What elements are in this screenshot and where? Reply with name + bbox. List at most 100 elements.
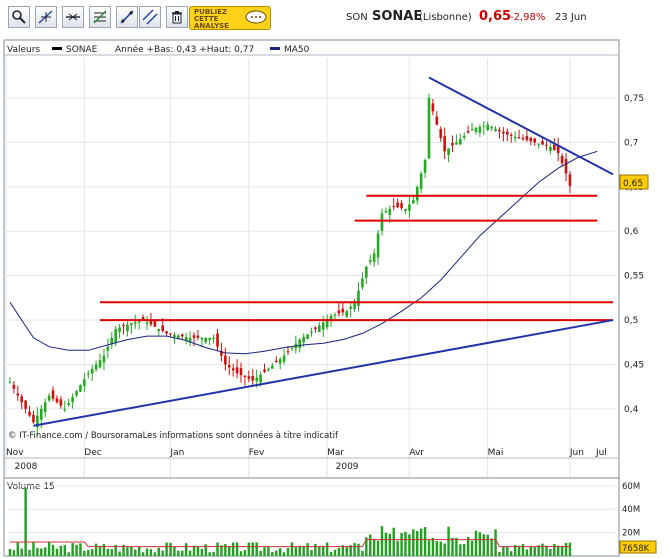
candle-body bbox=[517, 137, 521, 139]
volume-bar bbox=[118, 551, 121, 556]
channel-icon[interactable] bbox=[139, 6, 161, 28]
candle-body bbox=[251, 376, 255, 381]
candle-body bbox=[314, 327, 317, 329]
horizontal-line-icon[interactable] bbox=[62, 6, 84, 28]
legend-stats: Année +Bas: 0,43 +Haut: 0,77 bbox=[115, 44, 254, 55]
volume-bar bbox=[149, 549, 153, 556]
volume-bar bbox=[28, 549, 31, 556]
volume-label: Volume 15 bbox=[7, 482, 55, 492]
crosshair-cursor-icon[interactable] bbox=[35, 6, 57, 28]
speech-bubble-icon bbox=[245, 10, 267, 24]
volume-bar bbox=[63, 545, 66, 556]
volume-bar bbox=[486, 534, 489, 556]
volume-bar bbox=[357, 543, 360, 556]
volume-bar bbox=[137, 546, 141, 556]
volume-bar bbox=[372, 538, 376, 556]
volume-bar bbox=[560, 545, 564, 556]
volume-bar bbox=[564, 542, 568, 556]
candle-body bbox=[321, 322, 325, 330]
candle-body bbox=[310, 331, 313, 333]
candle-body bbox=[282, 355, 286, 362]
volume-bar bbox=[247, 542, 251, 556]
volume-bar bbox=[502, 546, 505, 556]
volume-bar bbox=[90, 549, 94, 556]
trendline-icon[interactable] bbox=[116, 6, 138, 28]
volume-bar bbox=[130, 546, 133, 556]
volume-tag-label: 7658K bbox=[622, 544, 650, 554]
copyright-notice: © IT-Finance.com / BoursoramaLes informa… bbox=[8, 430, 339, 441]
x-tick-label: Jun bbox=[569, 448, 584, 458]
volume-bar bbox=[12, 550, 16, 556]
volume-bar bbox=[16, 542, 19, 556]
y-tick-label: 0,7 bbox=[624, 138, 638, 148]
candle-body bbox=[173, 334, 176, 338]
candle-body bbox=[404, 209, 407, 211]
volume-bar bbox=[239, 551, 243, 556]
volume-bar bbox=[416, 531, 419, 556]
candle-body bbox=[235, 367, 239, 374]
candle-body bbox=[498, 130, 501, 132]
candle-body bbox=[529, 137, 533, 142]
candle-body bbox=[333, 314, 337, 316]
legend-values-label: Valeurs bbox=[7, 45, 40, 55]
y-tick-label: 0,45 bbox=[624, 360, 644, 370]
volume-bar bbox=[235, 542, 239, 556]
candle-body bbox=[271, 365, 274, 369]
candle-body bbox=[337, 310, 341, 314]
candle-body bbox=[122, 324, 125, 326]
volume-bar bbox=[533, 547, 536, 556]
fibonacci-icon[interactable] bbox=[89, 6, 111, 28]
candle-body bbox=[106, 346, 110, 351]
volume-bar bbox=[251, 542, 254, 556]
candle-body bbox=[259, 374, 262, 383]
volume-bar bbox=[294, 547, 298, 556]
volume-bar bbox=[396, 540, 399, 556]
volume-bar bbox=[443, 543, 446, 556]
publish-analysis-button[interactable]: PUBLIEZ CETTE ANALYSE bbox=[189, 6, 271, 30]
volume-bar bbox=[110, 549, 113, 556]
y-tick-label: 0,5 bbox=[624, 316, 638, 326]
candle-body bbox=[474, 127, 478, 132]
candle-body bbox=[243, 375, 247, 377]
candle-body bbox=[365, 266, 368, 278]
legend-ma-swatch bbox=[270, 47, 280, 50]
volume-bar bbox=[376, 540, 380, 556]
volume-tick-label: 40M bbox=[622, 505, 640, 515]
x-tick-label: Dec bbox=[84, 448, 101, 458]
volume-bar bbox=[455, 537, 458, 556]
candle-body bbox=[79, 385, 82, 392]
last-price-tag-label: 0,65 bbox=[623, 179, 643, 189]
candle-body bbox=[415, 186, 419, 201]
volume-bar bbox=[169, 542, 172, 556]
candle-body bbox=[231, 368, 235, 371]
volume-bar bbox=[278, 548, 282, 556]
zoom-icon[interactable] bbox=[8, 6, 30, 28]
candle-body bbox=[239, 368, 243, 376]
candle-body bbox=[192, 335, 196, 338]
volume-bar bbox=[216, 542, 219, 556]
legend-series-swatch bbox=[52, 47, 62, 50]
candle-body bbox=[43, 402, 47, 413]
candle-body bbox=[466, 130, 470, 133]
volume-bar bbox=[20, 548, 23, 556]
candle-body bbox=[412, 200, 415, 204]
volume-bar bbox=[290, 542, 294, 556]
candle-body bbox=[568, 174, 572, 186]
volume-bar bbox=[525, 549, 529, 556]
price-chart[interactable]: Valeurs SONAE Année +Bas: 0,43 +Haut: 0,… bbox=[0, 38, 668, 558]
candle-body bbox=[216, 333, 219, 347]
volume-bar bbox=[490, 538, 493, 556]
candle-body bbox=[478, 126, 482, 133]
candle-body bbox=[459, 139, 462, 145]
volume-bar bbox=[126, 547, 129, 556]
volume-bar bbox=[173, 546, 176, 556]
volume-bar bbox=[345, 547, 348, 556]
publish-line-3: ANALYSE bbox=[194, 22, 229, 30]
candle-body bbox=[263, 369, 266, 372]
volume-bar bbox=[322, 545, 325, 556]
candle-body bbox=[32, 414, 35, 423]
trash-icon[interactable] bbox=[166, 6, 188, 28]
candle-body bbox=[212, 337, 215, 339]
volume-bar bbox=[478, 532, 482, 556]
volume-bar bbox=[228, 546, 231, 556]
